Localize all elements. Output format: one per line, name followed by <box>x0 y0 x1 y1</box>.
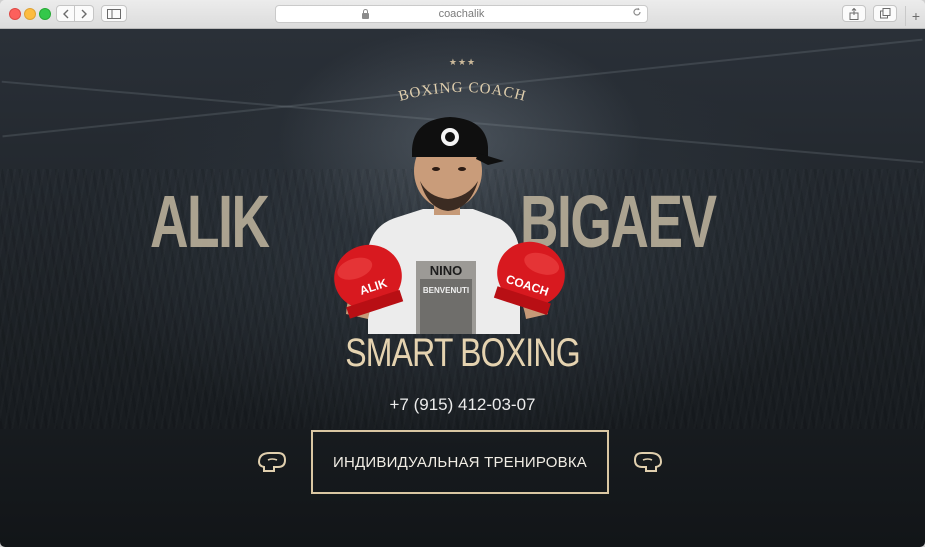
reload-icon[interactable] <box>632 7 642 20</box>
minimize-window-button[interactable] <box>24 8 36 20</box>
phone-number[interactable]: +7 (915) 412-03-07 <box>0 395 925 415</box>
browser-window: coachalik + ★★★ BOXING COACH ALIK BIGAEV <box>0 0 925 547</box>
address-bar[interactable]: coachalik <box>275 5 648 23</box>
tabs-icon <box>879 8 890 19</box>
sidebar-icon <box>107 8 121 19</box>
share-icon <box>849 7 859 20</box>
hero-section: ★★★ BOXING COACH ALIK BIGAEV NINO BENVEN… <box>0 29 925 547</box>
chevron-left-icon <box>62 9 68 18</box>
browser-toolbar: coachalik + <box>0 0 925 29</box>
svg-text:BOXING COACH: BOXING COACH <box>397 80 528 105</box>
coach-label-text: BOXING COACH <box>397 80 527 105</box>
boxing-glove-left-icon <box>257 452 287 472</box>
boxer-photo: NINO BENVENUTI ALIK COACH <box>334 117 565 334</box>
individual-training-button[interactable]: ИНДИВИДУАЛЬНАЯ ТРЕНИРОВКА <box>311 430 609 494</box>
share-button[interactable] <box>842 5 866 22</box>
chevron-right-icon <box>81 9 87 18</box>
boxing-coach-label: BOXING COACH <box>397 80 528 105</box>
tagline: SMART BOXING <box>345 331 580 375</box>
new-tab-button[interactable]: + <box>905 6 925 26</box>
tabs-button[interactable] <box>873 5 897 22</box>
zoom-window-button[interactable] <box>39 8 51 20</box>
close-window-button[interactable] <box>9 8 21 20</box>
address-url: coachalik <box>438 8 485 20</box>
shirt-text-bottom: BENVENUTI <box>423 286 469 295</box>
boxing-glove-right-icon <box>633 452 663 472</box>
shirt-text-top: NINO <box>430 263 463 278</box>
back-button[interactable] <box>56 5 75 22</box>
forward-button[interactable] <box>75 5 94 22</box>
first-name: ALIK <box>150 180 270 263</box>
nav-buttons <box>56 5 94 22</box>
sidebar-button[interactable] <box>101 5 127 22</box>
